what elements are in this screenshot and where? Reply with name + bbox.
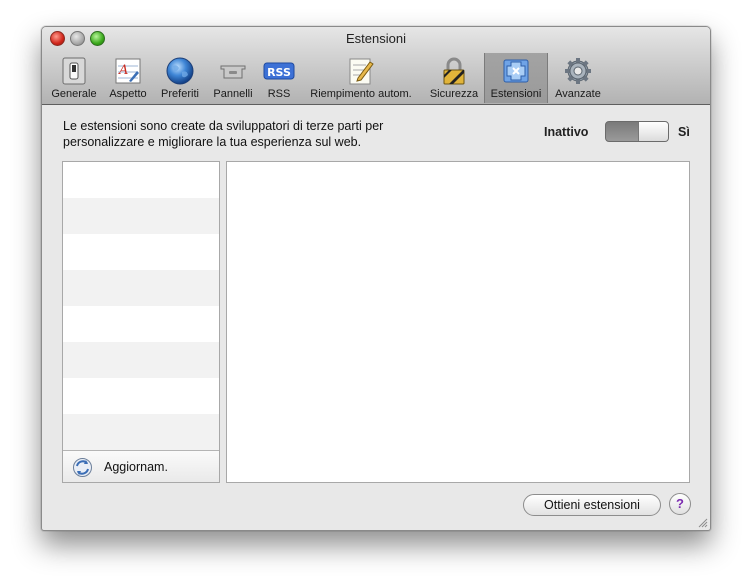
pencil-icon xyxy=(346,56,376,86)
description-line-1: Le estensioni sono create da sviluppator… xyxy=(63,119,384,133)
toggle-knob[interactable] xyxy=(638,122,668,141)
font-icon: A xyxy=(113,56,143,86)
svg-text:A: A xyxy=(118,63,128,78)
list-row xyxy=(63,414,219,450)
toggle-off-label: Inattivo xyxy=(544,125,589,139)
lock-icon xyxy=(439,56,469,86)
get-extensions-button[interactable]: Ottieni estensioni xyxy=(523,494,661,516)
tab-sicurezza-label: Sicurezza xyxy=(429,88,479,100)
gear-icon xyxy=(563,56,593,86)
tab-preferiti[interactable]: Preferiti xyxy=(156,53,204,103)
tab-generale-label: Generale xyxy=(51,88,97,100)
tab-estensioni-label: Estensioni xyxy=(490,88,542,100)
tab-rss[interactable]: RSS RSS xyxy=(260,53,298,103)
tabs-icon xyxy=(218,56,248,86)
list-row xyxy=(63,306,219,342)
list-row xyxy=(63,270,219,306)
tab-aspetto-label: Aspetto xyxy=(109,88,147,100)
extensions-list: Aggiornam. xyxy=(62,161,220,483)
tab-aspetto[interactable]: A Aspetto xyxy=(104,53,152,103)
updates-label: Aggiornam. xyxy=(104,460,168,474)
list-row xyxy=(63,378,219,414)
tab-rss-label: RSS xyxy=(267,88,291,100)
description-line-2: personalizzare e migliorare la tua esper… xyxy=(63,135,362,149)
tab-riempimento-autom[interactable]: Riempimento autom. xyxy=(302,53,420,103)
globe-icon xyxy=(165,56,195,86)
extensions-toggle[interactable] xyxy=(605,121,669,142)
rss-badge-text: RSS xyxy=(267,66,291,79)
titlebar-toolbar: Estensioni Generale A Aspetto Preferiti … xyxy=(42,27,710,105)
refresh-icon xyxy=(72,457,93,478)
tab-avanzate-label: Avanzate xyxy=(555,88,601,100)
tab-riempimento-autom-label: Riempimento autom. xyxy=(310,88,412,100)
help-button[interactable]: ? xyxy=(669,493,691,515)
rss-icon: RSS xyxy=(263,56,295,86)
extensions-panel: Le estensioni sono create da sviluppator… xyxy=(42,105,710,530)
tab-pannelli-label: Pannelli xyxy=(213,88,253,100)
tab-avanzate[interactable]: Avanzate xyxy=(550,53,606,103)
preferences-window: Estensioni Generale A Aspetto Preferiti … xyxy=(41,26,711,531)
toggle-on-label: Sì xyxy=(678,125,690,139)
extension-detail-pane xyxy=(226,161,690,483)
tab-pannelli[interactable]: Pannelli xyxy=(208,53,258,103)
tab-sicurezza[interactable]: Sicurezza xyxy=(424,53,484,103)
switch-icon xyxy=(59,56,89,86)
extensions-description: Le estensioni sono create da sviluppator… xyxy=(63,118,483,150)
resize-grip-icon[interactable] xyxy=(697,517,708,528)
list-row xyxy=(63,234,219,270)
tab-generale[interactable]: Generale xyxy=(48,53,100,103)
list-row xyxy=(63,198,219,234)
list-row xyxy=(63,342,219,378)
updates-item[interactable]: Aggiornam. xyxy=(63,450,219,482)
tab-preferiti-label: Preferiti xyxy=(161,88,199,100)
tab-estensioni[interactable]: Estensioni xyxy=(484,53,548,103)
extensions-icon xyxy=(501,56,531,86)
list-row xyxy=(63,162,219,198)
window-title: Estensioni xyxy=(346,31,406,46)
